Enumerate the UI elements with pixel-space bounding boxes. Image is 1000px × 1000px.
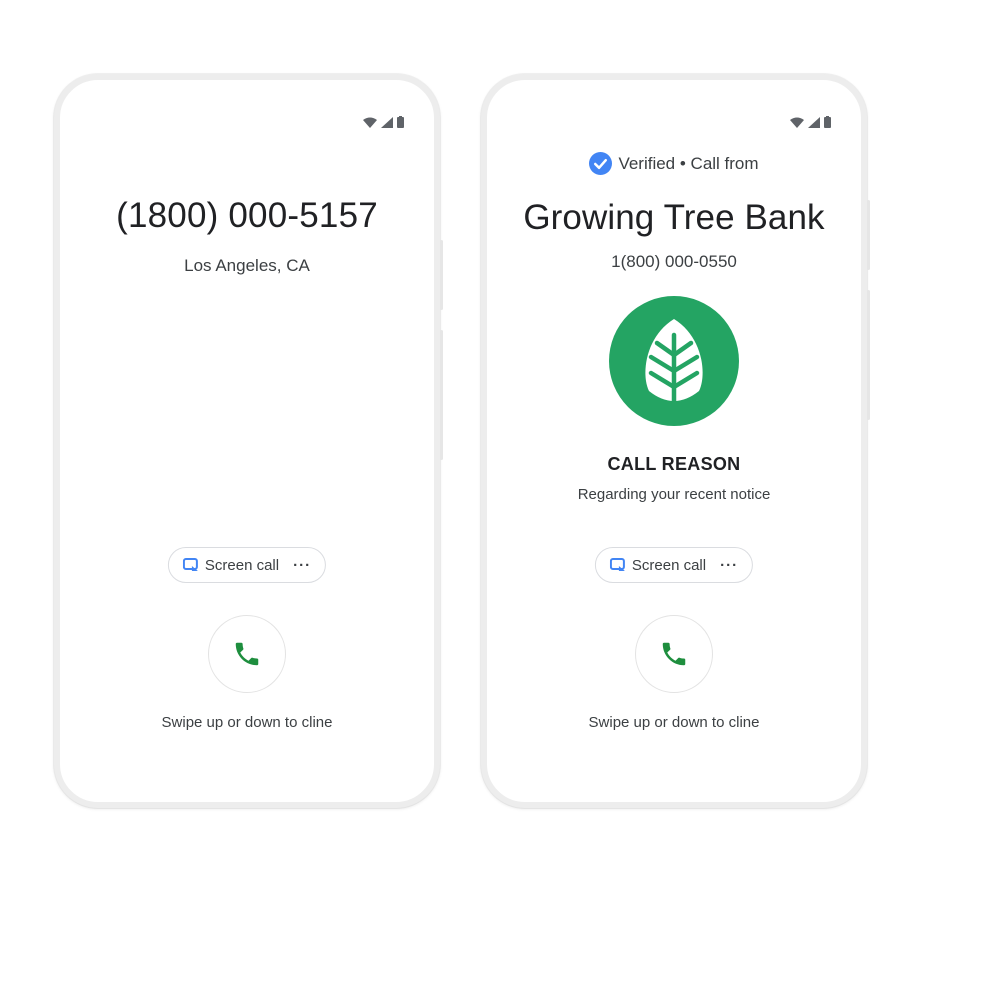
swipe-hint: Swipe up or down to cline: [161, 714, 333, 731]
screen-call-label: Screen call: [204, 556, 280, 574]
phone-side-button: [440, 240, 443, 310]
signal-icon: [808, 116, 820, 128]
wifi-icon: [363, 117, 377, 128]
phone-volume-button: [867, 290, 870, 420]
leaf-icon: [645, 319, 703, 405]
caller-business-name: Growing Tree Bank: [523, 198, 825, 237]
phone-verified-call: Verified • Call from Growing Tree Bank 1…: [481, 74, 870, 808]
phone-unverified-call: (1800) 000-5157 Los Angeles, CA Screen c…: [54, 74, 443, 808]
status-bar-icons: [790, 116, 831, 128]
screen-call-button[interactable]: Screen call ···: [594, 547, 754, 583]
status-bar-icons: [363, 116, 404, 128]
verified-caller-row: Verified • Call from: [487, 152, 861, 175]
verified-label: Verified • Call from: [618, 153, 759, 173]
phone-icon: [662, 642, 686, 666]
caller-location: Los Angeles, CA: [184, 256, 310, 275]
screen-call-button[interactable]: Screen call ···: [167, 547, 327, 583]
battery-icon: [824, 116, 831, 128]
screen-call-icon: [609, 558, 625, 571]
caller-phone-number: (1800) 000-5157: [116, 196, 378, 235]
check-circle-icon: [589, 152, 613, 175]
screen-call-label: Screen call: [631, 556, 707, 574]
more-horiz-icon[interactable]: ···: [720, 557, 738, 574]
phone-side-button: [867, 200, 870, 270]
call-reason-heading: CALL REASON: [607, 454, 741, 474]
answer-call-button[interactable]: [208, 615, 286, 693]
answer-call-button[interactable]: [635, 615, 713, 693]
more-horiz-icon[interactable]: ···: [293, 557, 311, 574]
battery-icon: [397, 116, 404, 128]
business-logo: [609, 296, 739, 426]
wifi-icon: [790, 117, 804, 128]
phone-volume-button: [440, 330, 443, 460]
caller-phone-number: 1(800) 000-0550: [611, 252, 737, 271]
phone-icon: [235, 642, 259, 666]
signal-icon: [381, 116, 393, 128]
swipe-hint: Swipe up or down to cline: [588, 714, 760, 731]
call-reason-text: Regarding your recent notice: [577, 486, 771, 503]
screen-call-icon: [182, 558, 198, 571]
